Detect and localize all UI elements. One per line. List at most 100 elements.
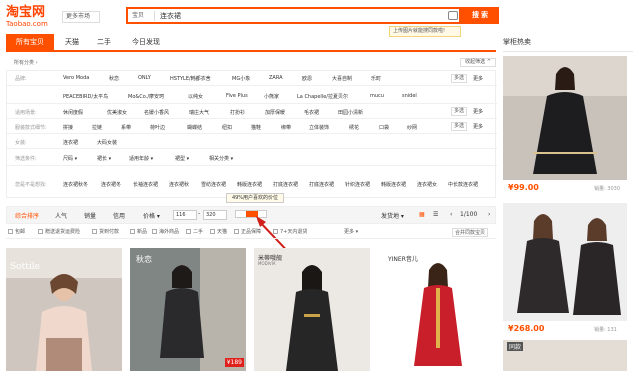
option-tmall[interactable]: 天猫 [210,228,227,235]
suggest-item[interactable]: 针织连衣裙 [345,181,370,188]
filter-item[interactable]: MG小象 [232,75,250,82]
suggest-item[interactable]: 连衣裙秋 [169,181,189,188]
filter-item[interactable]: 口袋 [379,124,389,131]
product-card[interactable]: 秋恋 ¥189 [130,248,246,371]
filter-item[interactable]: 大码女装 [97,139,117,146]
option-genuine[interactable]: 正品保障 [234,228,261,235]
taobao-logo[interactable]: 淘宝网 Taobao.com [6,6,60,29]
filter-item[interactable]: 秋恋 [109,75,119,82]
search-type-dropdown[interactable]: 宝贝 [132,11,144,21]
filter-item[interactable]: Vero Moda [63,75,89,81]
suggest-item[interactable]: 雪纺连衣裙 [201,181,226,188]
suggest-item[interactable]: 打底连衣裙 [309,181,334,188]
option-second-hand[interactable]: 二手 [186,228,203,235]
camera-icon[interactable] [448,11,458,20]
option-return-insurance[interactable]: 赠送退货运费险 [38,228,80,235]
option-cod[interactable]: 货到付款 [92,228,119,235]
suggest-item[interactable]: 打底连衣裙 [273,181,298,188]
sort-default[interactable]: 综合排序 [15,211,39,220]
filter-item[interactable]: 乐町 [371,75,381,82]
product-card[interactable]: YINER音儿 [378,248,496,371]
filter-item[interactable]: 瑞庄大气 [189,109,209,116]
collapse-filters-button[interactable]: 收起筛选 ^ [460,58,496,67]
suggest-item[interactable]: 长袖连衣裙 [133,181,158,188]
filter-item[interactable]: 连衣裙 [63,139,78,146]
more-button[interactable]: 更多 [473,75,483,82]
more-button[interactable]: 更多 [473,123,483,130]
filter-item[interactable]: 立体装饰 [309,124,329,131]
filter-item[interactable]: 名媛小香风 [144,109,169,116]
sidebar-product-image[interactable]: 同款 [503,340,627,371]
multi-select-button[interactable]: 多选 [451,74,468,83]
product-card[interactable]: 米蒂哦舰 MODIVIA [254,248,370,371]
suggest-item[interactable]: 中长款连衣裙 [448,181,478,188]
filter-item[interactable]: ZARA [269,75,283,81]
multi-select-button[interactable]: 多选 [451,107,468,116]
filter-item[interactable]: 系带 [121,124,131,131]
filter-item[interactable]: Mo&Co./摩安珂 [128,93,164,100]
list-view-icon[interactable]: ☰ [433,211,438,218]
grid-view-icon[interactable]: ▦ [419,211,425,218]
price-max-input[interactable]: 320 [203,210,227,220]
prev-page-icon[interactable]: ‹ [450,211,452,218]
price-min-input[interactable]: 116 [173,210,197,220]
sort-credit[interactable]: 信用 [113,211,125,220]
filter-item[interactable]: 打扮衫 [230,109,245,116]
filter-dropdown[interactable]: 裙型 ▾ [175,155,189,162]
option-new[interactable]: 新品 [130,228,147,235]
filter-item[interactable]: 绑带 [281,124,291,131]
filter-item[interactable]: 小熊家 [264,93,279,100]
search-input[interactable] [160,10,420,22]
filter-item[interactable]: 休闲度假 [63,109,83,116]
suggest-item[interactable]: 连衣裙秋冬 [63,181,88,188]
filter-item[interactable]: 荷叶边 [150,124,165,131]
filter-item[interactable]: ONLY [138,75,151,81]
price-slider[interactable] [235,210,267,218]
next-page-icon[interactable]: › [488,211,490,218]
option-overseas[interactable]: 海外商品 [152,228,179,235]
merge-same-button[interactable]: 合并同款宝贝 [452,228,489,237]
filter-item[interactable]: La Chapelle/拉夏贝尔 [297,93,348,100]
multi-select-button[interactable]: 多选 [451,122,468,131]
suggest-item[interactable]: 韩版连衣裙 [237,181,262,188]
tab-today-discover[interactable]: 今日发现 [124,34,168,52]
sort-sales[interactable]: 销量 [84,211,96,220]
filter-item[interactable]: 大喜自制 [332,75,352,82]
filter-item[interactable]: 拼接 [63,124,73,131]
filter-item[interactable]: PEACEBIRD/太平鸟 [63,93,108,100]
product-card[interactable]: Sottile [6,248,122,371]
options-more[interactable]: 更多 ▾ [344,228,358,235]
more-button[interactable]: 更多 [473,108,483,115]
sort-price[interactable]: 价格 ▾ [143,211,160,220]
filter-item[interactable]: 猫鞋 [251,124,261,131]
filter-dropdown[interactable]: 裙长 ▾ [97,155,111,162]
filter-item[interactable]: 优美淑女 [107,109,127,116]
suggest-item[interactable]: 连衣裙冬 [101,181,121,188]
option-free-shipping[interactable]: 包邮 [8,228,25,235]
filter-dropdown[interactable]: 适用年龄 ▾ [129,155,153,162]
filter-item[interactable]: Five Plus [226,93,248,99]
filter-item[interactable]: HSTYLE/韩都衣舍 [170,75,211,82]
option-7day-return[interactable]: 7+天内退货 [273,228,307,235]
sort-popularity[interactable]: 人气 [55,211,67,220]
filter-item[interactable]: 加厚保暖 [265,109,285,116]
more-market-dropdown[interactable]: 更多市场 [62,11,100,23]
tab-second-hand[interactable]: 二手 [90,34,118,52]
filter-item[interactable]: 纽扣 [222,124,232,131]
filter-dropdown[interactable]: 相关分类 ▾ [209,155,233,162]
filter-item[interactable]: 以纯女 [188,93,203,100]
filter-dropdown[interactable]: 尺码 ▾ [63,155,77,162]
sidebar-product-image[interactable] [503,56,627,180]
sidebar-product-image[interactable] [503,203,627,321]
filter-item[interactable]: 拉链 [92,124,102,131]
tab-tmall[interactable]: 天猫 [58,34,86,52]
filter-item[interactable]: 绣花 [349,124,359,131]
suggest-item[interactable]: 连衣裙女 [417,181,437,188]
suggest-item[interactable]: 韩版连衣裙 [381,181,406,188]
filter-item[interactable]: snidel [402,93,417,99]
filter-item[interactable]: 蝴蝶结 [187,124,202,131]
filter-item[interactable]: 纱网 [407,124,417,131]
filter-item[interactable]: 欧恩 [302,75,312,82]
tab-all-items[interactable]: 所有宝贝 [6,34,54,52]
filter-item[interactable]: 田园小清新 [338,109,363,116]
